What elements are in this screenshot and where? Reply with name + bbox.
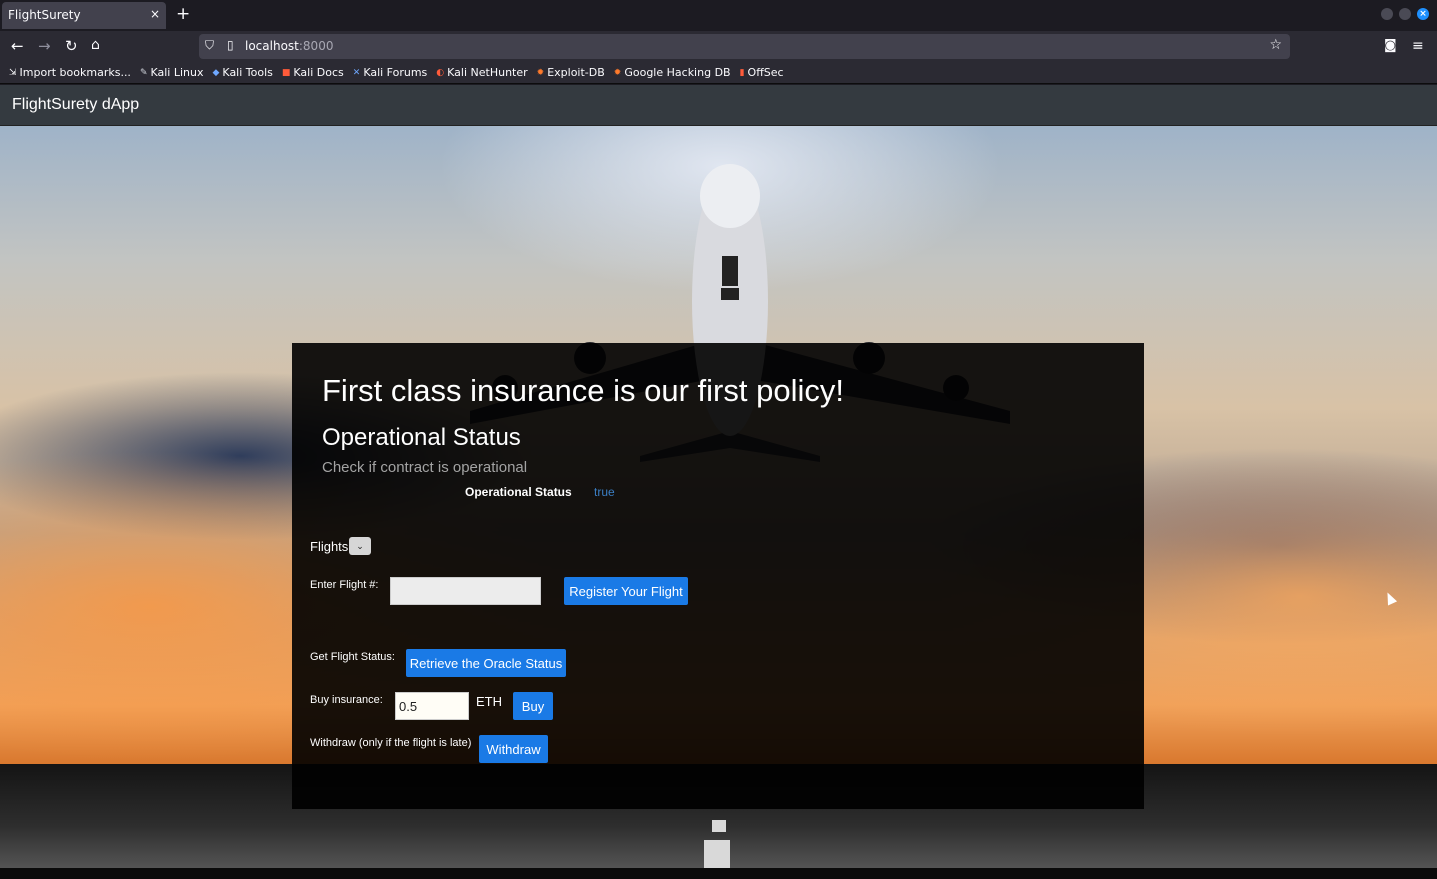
back-arrow-icon[interactable]: ← [11,37,24,55]
withdraw-label: Withdraw (only if the flight is late) [310,737,472,749]
section-subtitle: Check if contract is operational [322,459,528,476]
minimize-window-button[interactable] [1381,8,1393,20]
bookmark-star-icon[interactable]: ☆ [1269,37,1282,53]
browser-tab[interactable]: FlightSurety × [2,2,166,29]
bookmark-kali-linux[interactable]: ✎ Kali Linux [140,66,204,79]
exploit-db-icon: ✹ [536,67,545,78]
bookmark-kali-nethunter[interactable]: ◐ Kali NetHunter [436,66,527,79]
page-viewport: FlightSurety dApp First class insurance … [0,85,1437,868]
main-card: First class insurance is our first polic… [292,343,1144,809]
currency-label: ETH [476,694,502,709]
flights-dropdown[interactable]: ⌄ [349,537,371,555]
page-info-icon[interactable]: ▯ [227,38,234,52]
close-window-button[interactable]: × [1417,8,1429,20]
bookmarks-bar: ⇲ Import bookmarks... ✎ Kali Linux ◆ Kali T… [0,62,1437,84]
section-title: Operational Status [322,424,521,451]
bookmark-import[interactable]: ⇲ Import bookmarks... [9,66,131,79]
bookmark-kali-docs[interactable]: ■ Kali Docs [282,66,344,79]
url-text[interactable]: localhost:8000 [245,39,333,53]
kali-dragon-icon: ✎ [139,67,148,78]
bookmark-google-hacking-db[interactable]: ✹ Google Hacking DB [614,66,731,79]
status-label: Operational Status [465,485,572,499]
app-brand[interactable]: FlightSurety dApp [12,96,139,114]
forward-arrow-icon[interactable]: → [38,37,51,55]
bookmark-kali-forums[interactable]: ✕ Kali Forums [353,66,428,79]
kali-forums-icon: ✕ [352,67,361,78]
tracking-shield-icon[interactable]: ⛉ [205,38,214,53]
register-flight-button[interactable]: Register Your Flight [564,577,688,605]
nethunter-icon: ◐ [436,67,445,78]
flight-status-label: Get Flight Status: [310,651,395,663]
app-navbar: FlightSurety dApp [0,85,1437,126]
offsec-icon: ▮ [739,67,745,78]
pocket-icon[interactable]: ◙ [1384,38,1397,53]
kali-docs-icon: ■ [281,67,291,78]
kali-tools-icon: ◆ [212,67,220,78]
reload-icon[interactable]: ↻ [65,37,78,55]
bookmark-kali-tools[interactable]: ◆ Kali Tools [213,66,273,79]
bookmark-offsec[interactable]: ▮ OffSec [740,66,784,79]
flights-label: Flights [310,539,349,554]
import-icon: ⇲ [9,67,17,78]
bookmark-exploit-db[interactable]: ✹ Exploit-DB [537,66,605,79]
browser-toolbar: ← → ↻ ⌂ ⛉ ▯ localhost:8000 ☆ ◙ ≡ [0,31,1437,62]
window-controls: × [1381,8,1429,20]
retrieve-oracle-status-button[interactable]: Retrieve the Oracle Status [406,649,566,677]
window-bottom-edge [0,868,1437,879]
tab-close-icon[interactable]: × [150,7,160,21]
buy-button[interactable]: Buy [513,692,553,720]
flight-number-input[interactable] [390,577,541,605]
maximize-window-button[interactable] [1399,8,1411,20]
status-value: true [594,485,615,499]
insurance-amount-input[interactable] [395,692,469,720]
buy-insurance-label: Buy insurance: [310,694,383,706]
browser-tab-strip: FlightSurety × + × [0,0,1437,31]
new-tab-button[interactable]: + [176,4,190,24]
address-bar[interactable]: ⛉ ▯ localhost:8000 ☆ [199,34,1290,59]
home-icon[interactable]: ⌂ [91,37,100,53]
ghdb-icon: ✹ [613,67,622,78]
page-headline: First class insurance is our first polic… [322,373,844,408]
withdraw-button[interactable]: Withdraw [479,735,548,763]
chevron-down-icon: ⌄ [356,541,364,551]
menu-icon[interactable]: ≡ [1412,38,1424,54]
tab-title: FlightSurety [8,8,81,22]
flight-number-label: Enter Flight #: [310,579,379,591]
